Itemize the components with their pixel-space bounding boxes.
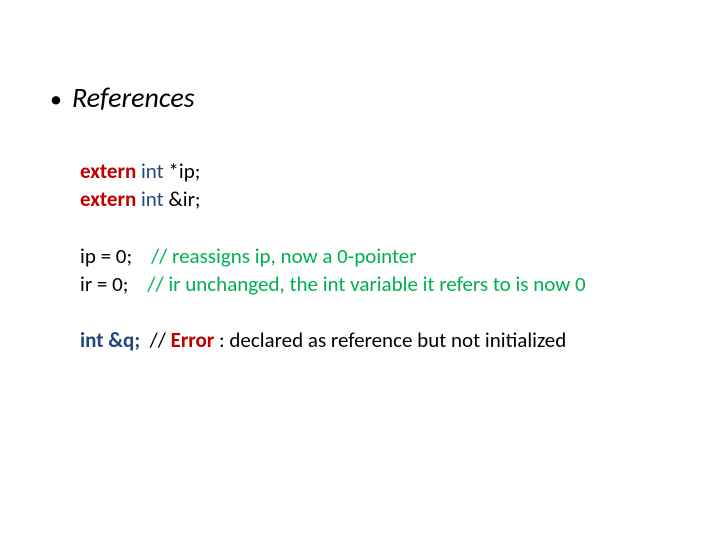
code-line-5: int &q; // Error : declared as reference… <box>80 326 670 354</box>
section-heading: • References <box>50 80 670 115</box>
code-line-2: extern int &ir; <box>80 185 670 213</box>
decl-q: int &q; <box>80 327 140 353</box>
keyword-extern: extern <box>80 158 136 184</box>
heading-text: References <box>72 80 195 115</box>
code-line-3: ip = 0; // reassigns ip, now a 0-pointer <box>80 242 670 270</box>
stmt-ir: ir = 0; <box>80 271 147 297</box>
comment: // reassigns ip, now a 0-pointer <box>151 243 417 269</box>
type-int: int <box>136 186 168 212</box>
keyword-extern: extern <box>80 186 136 212</box>
error-label: Error <box>171 327 215 353</box>
comment-sep: // <box>140 327 170 353</box>
code-block: extern int *ip; extern int &ir; ip = 0; … <box>50 157 670 355</box>
stmt-ip: ip = 0; <box>80 243 151 269</box>
code-line-1: extern int *ip; <box>80 157 670 185</box>
slide: • References extern int *ip; extern int … <box>0 0 720 540</box>
spacer <box>80 214 670 242</box>
spacer <box>80 298 670 326</box>
code-line-4: ir = 0; // ir unchanged, the int variabl… <box>80 270 670 298</box>
decl-ir: &ir; <box>168 186 200 212</box>
type-int: int <box>136 158 168 184</box>
error-text: : declared as reference but not initiali… <box>214 327 566 353</box>
bullet-icon: • <box>50 88 62 112</box>
comment: // ir unchanged, the int variable it ref… <box>147 271 585 297</box>
decl-ip: *ip; <box>168 158 200 184</box>
